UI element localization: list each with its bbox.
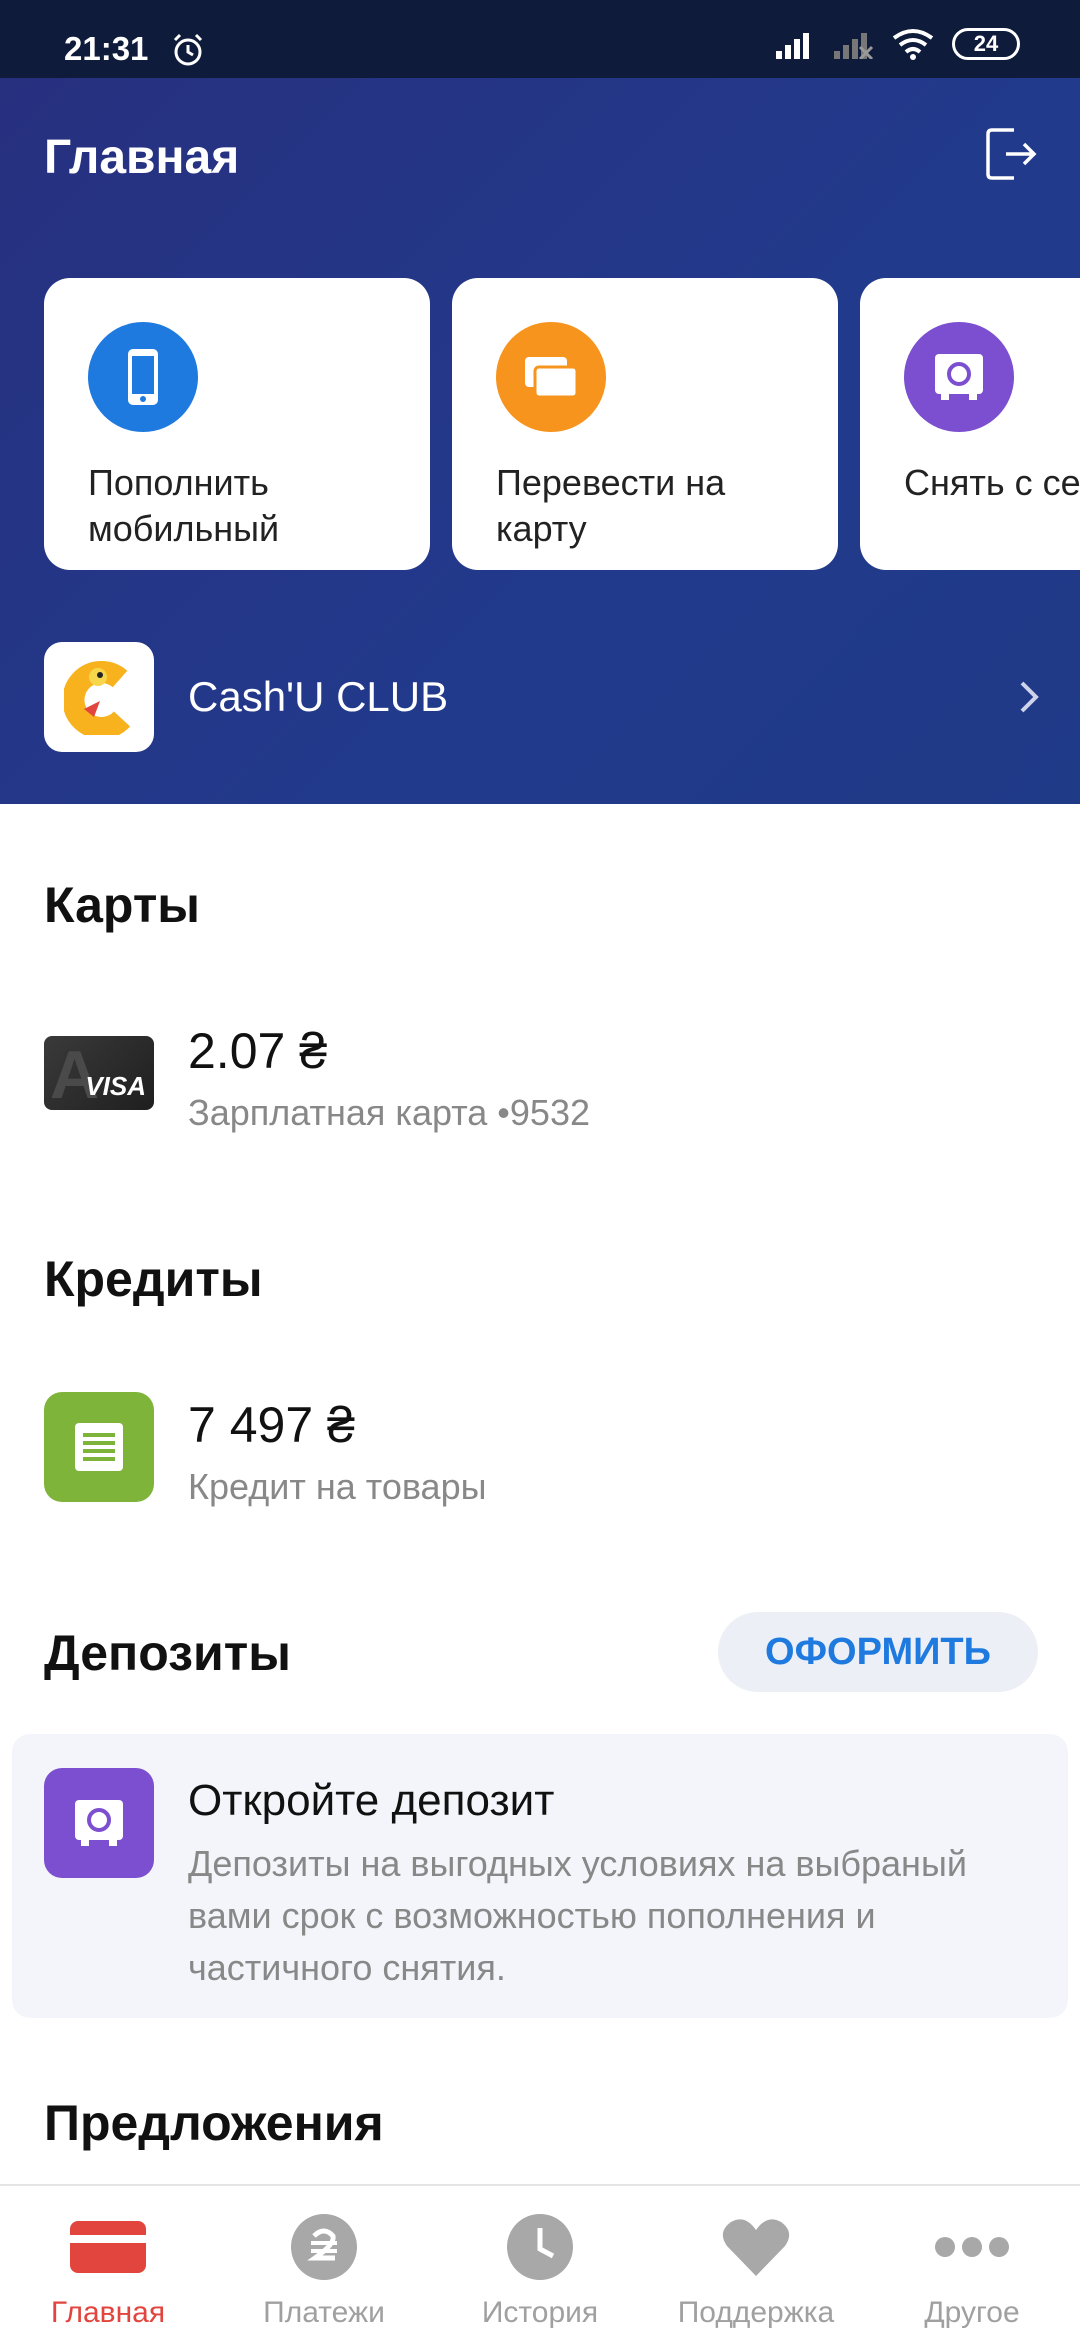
cashu-club-label: Cash'U CLUB — [188, 673, 449, 720]
logout-icon[interactable] — [984, 124, 1038, 184]
hryvnia-icon — [284, 2212, 364, 2282]
nav-label: Другое — [924, 2296, 1020, 2329]
cashu-club-row[interactable]: Cash'U CLUB — [44, 642, 1044, 752]
heart-icon — [716, 2212, 796, 2282]
card-description: Зарплатная карта •9532 — [188, 1092, 590, 1133]
nav-home[interactable]: Главная — [0, 2186, 216, 2340]
home-header: Главная Пополнить мобильный Перевести на… — [0, 78, 1080, 804]
deposit-promo-text: Депозиты на выгодных условиях на выбраны… — [188, 1843, 967, 1988]
status-bar: 21:31 24 — [0, 0, 1080, 78]
offers-section-title: Предложения — [44, 2095, 384, 2151]
open-deposit-button[interactable]: ОФОРМИТЬ — [718, 1612, 1038, 1692]
status-time: 21:31 — [64, 30, 149, 67]
quick-action-transfer-card[interactable]: Перевести на карту — [452, 278, 838, 570]
battery-icon: 24 — [952, 28, 1020, 60]
card-brand: VISA — [85, 1071, 146, 1101]
alarm-icon — [173, 33, 203, 66]
quick-action-label: Перевести на карту — [496, 462, 726, 549]
credits-section-title: Кредиты — [44, 1251, 263, 1307]
nav-history[interactable]: История — [432, 2186, 648, 2340]
deposit-promo-card[interactable]: Откройте депозит Депозиты на выгодных ус… — [12, 1734, 1068, 2018]
credit-description: Кредит на товары — [188, 1466, 487, 1507]
quick-actions: Пополнить мобильный Перевести на карту С… — [44, 278, 1080, 570]
safe-icon — [44, 1768, 154, 1878]
quick-action-topup-mobile[interactable]: Пополнить мобильный — [44, 278, 430, 570]
deposit-promo-title: Откройте депозит — [188, 1776, 555, 1825]
clock-icon — [500, 2212, 580, 2282]
status-icons: 24 — [776, 28, 1020, 60]
quick-action-label: Пополнить мобильный — [88, 462, 280, 549]
signal-off-icon — [834, 33, 874, 59]
phone-icon — [88, 322, 198, 432]
cashu-club-logo — [44, 642, 154, 752]
nav-label: История — [481, 2296, 599, 2329]
visa-card-icon[interactable]: A VISA — [44, 1036, 154, 1110]
nav-payments[interactable]: Платежи — [216, 2186, 432, 2340]
cards-section-title: Карты — [44, 877, 201, 933]
wifi-icon — [892, 29, 934, 60]
nav-label: Поддержка — [677, 2296, 835, 2329]
nav-label: Главная — [50, 2296, 166, 2329]
nav-support[interactable]: Поддержка — [648, 2186, 864, 2340]
deposits-section-title: Депозиты — [44, 1625, 291, 1681]
quick-action-label: Снять с сей — [904, 462, 1080, 503]
more-dots-icon — [932, 2212, 1012, 2282]
safe-icon — [904, 322, 1014, 432]
nav-more[interactable]: Другое — [864, 2186, 1080, 2340]
transfer-card-icon — [496, 322, 606, 432]
nav-label: Платежи — [263, 2296, 385, 2329]
card-balance[interactable]: 2.07 ₴ — [188, 1022, 327, 1080]
home-card-icon — [68, 2212, 148, 2282]
credit-icon[interactable] — [44, 1392, 154, 1502]
page-title: Главная — [44, 131, 240, 184]
signal-icon — [776, 33, 809, 59]
battery-level: 24 — [973, 31, 999, 56]
bottom-navigation: Главная Платежи История Поддержка Другое — [0, 2184, 1080, 2340]
chevron-right-icon — [1020, 681, 1039, 713]
quick-action-withdraw[interactable]: Снять с сей — [860, 278, 1080, 570]
credit-amount[interactable]: 7 497 ₴ — [188, 1396, 355, 1454]
